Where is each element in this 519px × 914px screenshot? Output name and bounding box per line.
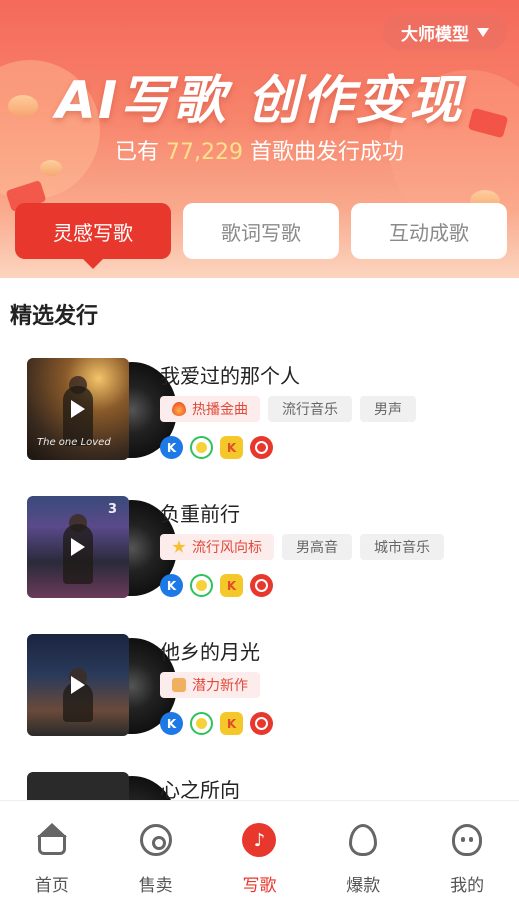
tab-lyrics[interactable]: 歌词写歌 xyxy=(183,203,339,259)
kugou-icon[interactable]: K xyxy=(160,436,183,459)
tag-voice: 男声 xyxy=(360,396,416,422)
tabbar-write-song[interactable]: ♪ 写歌 xyxy=(208,801,312,914)
song-cover[interactable]: The one Loved xyxy=(27,358,177,462)
netease-icon[interactable] xyxy=(250,436,273,459)
song-item[interactable]: 心之所向 xyxy=(27,772,497,800)
song-title[interactable]: 负重前行 xyxy=(160,498,240,527)
tabbar-sell[interactable]: 售卖 xyxy=(104,801,208,914)
tag-hot: 热播金曲 xyxy=(160,396,260,422)
song-item[interactable]: 3 负重前行 流行风向标 男高音 城市音乐 K K xyxy=(27,496,497,600)
tab-label: 灵感写歌 xyxy=(53,220,133,245)
tag-label: 热播金曲 xyxy=(192,402,248,418)
play-icon[interactable] xyxy=(71,676,85,694)
tag-label: 男声 xyxy=(374,402,402,418)
song-cover[interactable]: 3 xyxy=(27,496,177,600)
platform-list: K K xyxy=(160,436,273,459)
cover-caption: The one Loved xyxy=(37,437,111,448)
dropdown-triangle-icon xyxy=(477,27,489,37)
song-item[interactable]: 他乡的月光 潜力新作 K K xyxy=(27,634,497,738)
tag-label: 流行风向标 xyxy=(192,540,262,556)
platform-list: K K xyxy=(160,712,273,735)
disc-icon xyxy=(139,823,173,857)
cover-caption: 3 xyxy=(107,502,117,517)
song-cover[interactable] xyxy=(27,772,177,800)
tabbar-label: 首页 xyxy=(34,876,69,896)
song-title[interactable]: 他乡的月光 xyxy=(160,636,260,665)
netease-icon[interactable] xyxy=(250,712,273,735)
tag-label: 男高音 xyxy=(296,540,338,556)
tag-genre: 城市音乐 xyxy=(360,534,444,560)
subtitle-suffix: 首歌曲发行成功 xyxy=(249,140,404,165)
cover-art xyxy=(27,772,129,800)
platform-list: K K xyxy=(160,574,273,597)
tab-label: 互动成歌 xyxy=(389,220,469,245)
song-count: 77,229 xyxy=(166,140,243,165)
song-tags: 潜力新作 xyxy=(160,672,260,698)
qq-music-icon[interactable] xyxy=(190,574,213,597)
kuwo-icon[interactable]: K xyxy=(220,574,243,597)
play-icon[interactable] xyxy=(71,538,85,556)
tabbar-home[interactable]: 首页 xyxy=(0,801,104,914)
qq-music-icon[interactable] xyxy=(190,436,213,459)
song-cover[interactable] xyxy=(27,634,177,738)
song-item[interactable]: The one Loved 我爱过的那个人 热播金曲 流行音乐 男声 K K xyxy=(27,358,497,462)
hero-title: AI写歌 创作变现 xyxy=(55,71,464,131)
song-title[interactable]: 心之所向 xyxy=(160,774,240,800)
tab-interactive[interactable]: 互动成歌 xyxy=(351,203,507,259)
tabbar-label: 售卖 xyxy=(138,876,173,896)
play-icon[interactable] xyxy=(71,400,85,418)
mode-tabs: 灵感写歌 歌词写歌 互动成歌 xyxy=(15,203,507,259)
tabbar-label: 我的 xyxy=(450,876,485,896)
tag-genre: 流行音乐 xyxy=(268,396,352,422)
kugou-icon[interactable]: K xyxy=(160,574,183,597)
thumbs-up-icon xyxy=(172,678,186,692)
netease-icon[interactable] xyxy=(250,574,273,597)
tab-label: 歌词写歌 xyxy=(221,220,301,245)
song-title[interactable]: 我爱过的那个人 xyxy=(160,360,300,389)
hero-subtitle: 已有 77,229 首歌曲发行成功 xyxy=(0,134,519,166)
star-icon xyxy=(172,540,186,553)
tag-voice: 男高音 xyxy=(282,534,352,560)
featured-releases: 精选发行 The one Loved 我爱过的那个人 热播金曲 流行音乐 男声 … xyxy=(0,278,519,800)
tabbar-label: 写歌 xyxy=(242,876,277,896)
subtitle-prefix: 已有 xyxy=(114,140,159,165)
music-note-icon: ♪ xyxy=(242,823,277,857)
flame-icon xyxy=(346,823,380,857)
tag-hot: 潜力新作 xyxy=(160,672,260,698)
hero-banner: 大师模型 AI写歌 创作变现 已有 77,229 首歌曲发行成功 灵感写歌 歌词… xyxy=(0,0,519,278)
bottom-tab-bar: 首页 售卖 ♪ 写歌 爆款 我的 xyxy=(0,800,519,914)
fire-icon xyxy=(172,402,186,416)
tag-label: 潜力新作 xyxy=(192,678,248,694)
tag-label: 流行音乐 xyxy=(282,402,338,418)
profile-icon xyxy=(450,823,484,857)
tabbar-label: 爆款 xyxy=(346,876,381,896)
section-title: 精选发行 xyxy=(10,304,99,329)
model-selector-label: 大师模型 xyxy=(401,24,469,45)
tabbar-profile[interactable]: 我的 xyxy=(415,801,519,914)
tabbar-trending[interactable]: 爆款 xyxy=(311,801,415,914)
kugou-icon[interactable]: K xyxy=(160,712,183,735)
song-tags: 热播金曲 流行音乐 男声 xyxy=(160,396,416,422)
qq-music-icon[interactable] xyxy=(190,712,213,735)
home-icon xyxy=(35,823,69,857)
tag-hot: 流行风向标 xyxy=(160,534,274,560)
kuwo-icon[interactable]: K xyxy=(220,712,243,735)
model-selector-button[interactable]: 大师模型 xyxy=(383,14,507,50)
tab-inspiration[interactable]: 灵感写歌 xyxy=(15,203,171,259)
song-tags: 流行风向标 男高音 城市音乐 xyxy=(160,534,444,560)
kuwo-icon[interactable]: K xyxy=(220,436,243,459)
tag-label: 城市音乐 xyxy=(374,540,430,556)
